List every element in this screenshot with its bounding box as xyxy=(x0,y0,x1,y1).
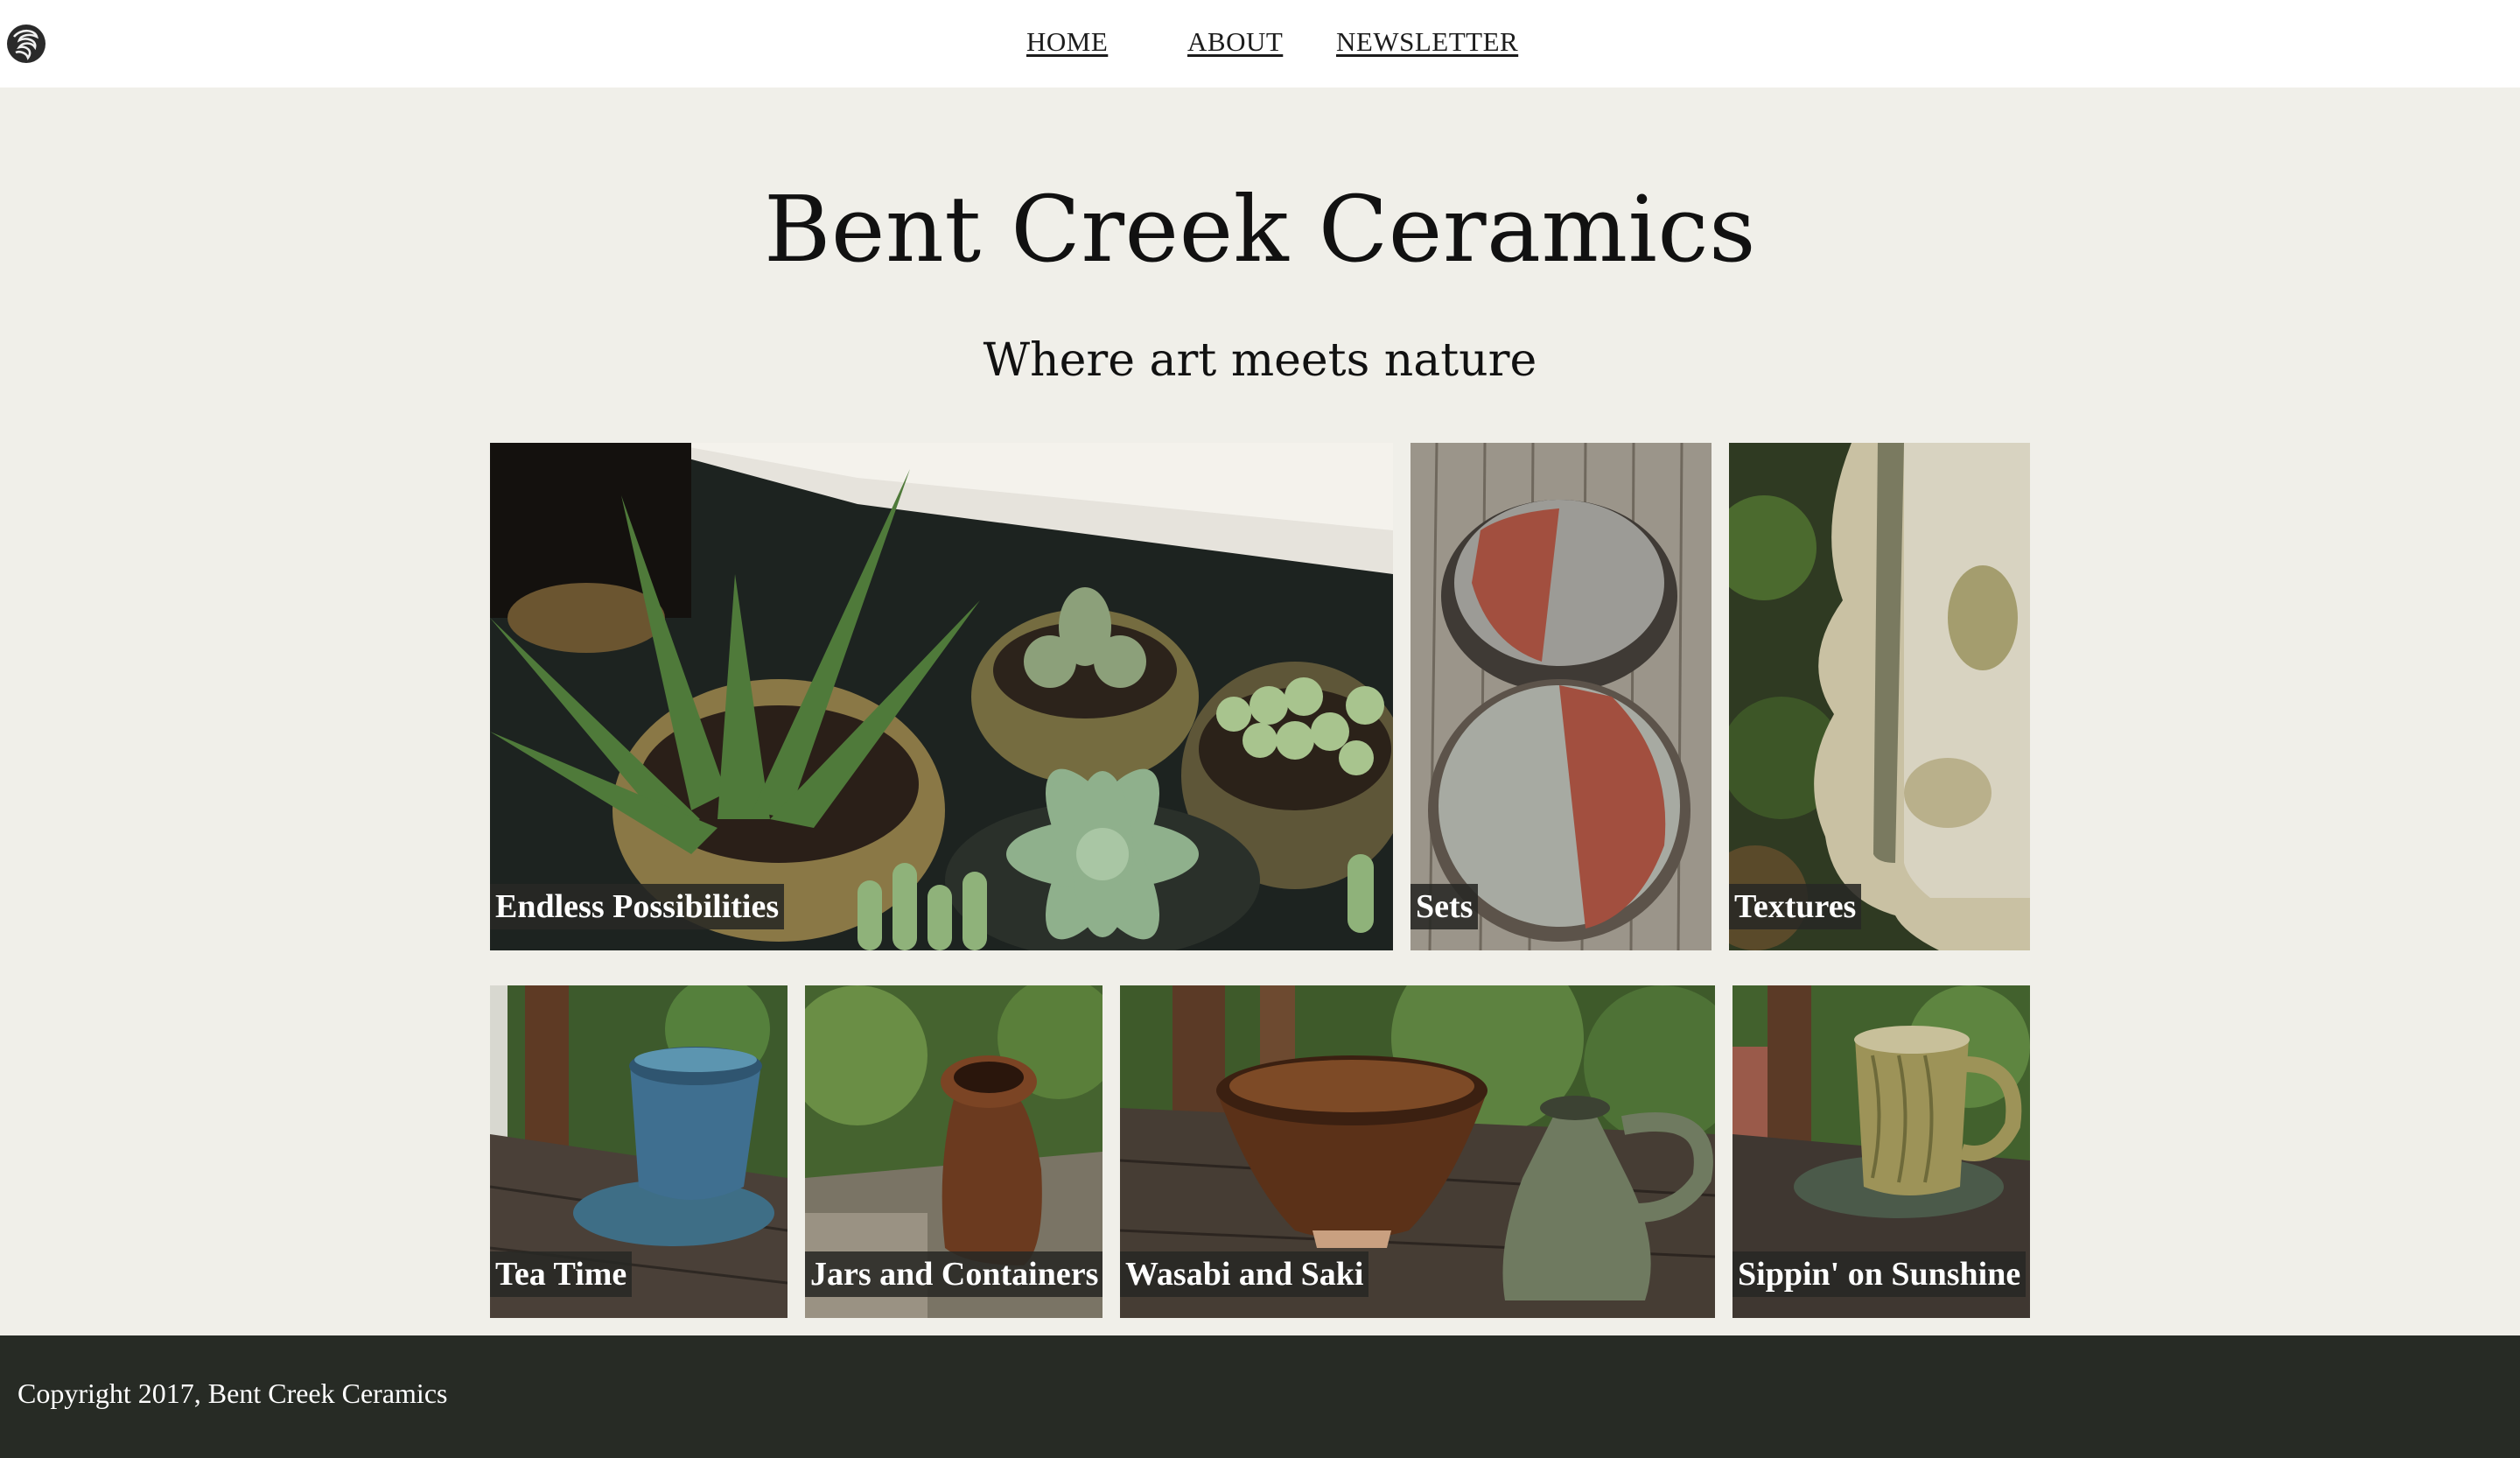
tile-caption: Jars and Containers xyxy=(805,1251,1102,1297)
tile-caption: Sippin' on Sunshine xyxy=(1732,1251,2026,1297)
gallery-tile-textures[interactable]: Textures xyxy=(1729,443,2030,950)
gallery-tile-tea-time[interactable]: Tea Time xyxy=(490,985,788,1318)
top-navigation-bar: HOME ABOUT NEWSLETTER xyxy=(0,0,2520,88)
bowl-set-photo xyxy=(1410,443,1712,950)
textured-tray-photo xyxy=(1729,443,2030,950)
nav-link-home[interactable]: HOME xyxy=(1026,26,1108,58)
main-nav: HOME ABOUT NEWSLETTER xyxy=(0,26,2520,61)
gallery-tile-wasabi-and-saki[interactable]: Wasabi and Saki xyxy=(1120,985,1715,1318)
tile-caption: Textures xyxy=(1729,884,1862,929)
nav-link-about[interactable]: ABOUT xyxy=(1187,26,1283,58)
site-title: Bent Creek Ceramics xyxy=(763,176,1757,283)
site-footer: Copyright 2017, Bent Creek Ceramics xyxy=(0,1335,2520,1458)
gallery-tile-sets[interactable]: Sets xyxy=(1410,443,1712,950)
tile-caption: Tea Time xyxy=(490,1251,633,1297)
copyright-text: Copyright 2017, Bent Creek Ceramics xyxy=(18,1377,448,1409)
tile-caption: Endless Possibilities xyxy=(490,884,785,929)
gallery-tile-sippin-on-sunshine[interactable]: Sippin' on Sunshine xyxy=(1732,985,2030,1318)
gallery-tile-endless-possibilities[interactable]: Endless Possibilities xyxy=(490,443,1393,950)
site-tagline: Where art meets nature xyxy=(983,334,1537,387)
gallery-tile-jars-and-containers[interactable]: Jars and Containers xyxy=(805,985,1102,1318)
succulents-photo xyxy=(490,443,1393,950)
nav-link-newsletter[interactable]: NEWSLETTER xyxy=(1336,26,1518,58)
tile-caption: Sets xyxy=(1410,884,1479,929)
tile-caption: Wasabi and Saki xyxy=(1120,1251,1369,1297)
